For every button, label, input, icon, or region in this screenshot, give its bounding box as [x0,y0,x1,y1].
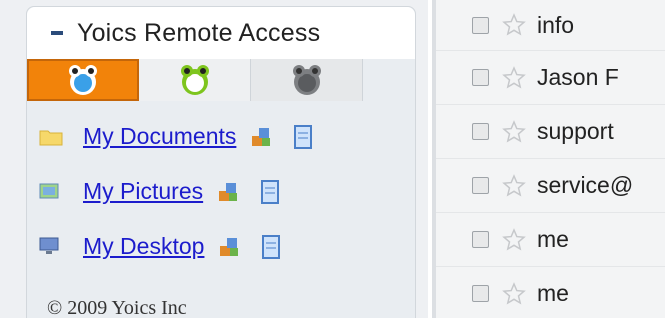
status-tabs [27,59,415,101]
mail-row[interactable]: me [436,267,665,318]
link-row-desktop: My Desktop [39,219,415,274]
my-documents-link[interactable]: My Documents [83,123,236,150]
green-frog-icon [180,65,209,95]
folder-icon [39,126,65,148]
mail-row[interactable]: me [436,213,665,267]
select-checkbox[interactable] [472,285,489,302]
select-checkbox[interactable] [472,231,489,248]
my-desktop-link[interactable]: My Desktop [83,233,204,260]
notes-icon[interactable] [290,123,316,151]
gadget-title: Yoics Remote Access [77,18,321,47]
star-icon[interactable] [501,119,527,145]
share-icon[interactable] [218,233,244,261]
mail-row[interactable]: service@ [436,159,665,213]
star-icon[interactable] [501,281,527,307]
notes-icon[interactable] [257,178,283,206]
picture-icon [39,181,65,203]
mail-row[interactable]: support [436,105,665,159]
blue-frog-icon [69,65,97,95]
copyright-text: © 2009 Yoics Inc [47,297,187,318]
folder-links: My Documents My Pictures My Desktop [27,101,415,274]
sender-name: support [537,118,614,144]
star-icon[interactable] [501,227,527,253]
star-icon[interactable] [501,12,527,38]
minimize-button[interactable] [45,21,69,45]
minus-icon [51,31,63,35]
sender-name: info [537,11,575,38]
my-pictures-link[interactable]: My Pictures [83,178,203,205]
link-row-pictures: My Pictures [39,164,415,219]
monitor-icon [39,236,65,258]
tab-green-device[interactable] [139,59,251,101]
select-checkbox[interactable] [472,177,489,194]
tab-gray-device[interactable] [251,59,363,101]
gray-frog-icon [292,65,321,95]
share-icon[interactable] [250,123,276,151]
sender-name: me [537,280,569,306]
select-checkbox[interactable] [472,16,489,34]
star-icon[interactable] [501,65,527,91]
tab-blue-device[interactable] [27,59,139,101]
star-icon[interactable] [501,173,527,199]
select-checkbox[interactable] [472,123,489,140]
select-checkbox[interactable] [472,69,489,86]
mail-row[interactable]: info [436,0,665,51]
sender-name: service@ [537,172,634,198]
sender-name: Jason F [537,64,619,90]
mail-row[interactable]: Jason F [436,51,665,105]
mail-list: info Jason F support service@ me me [436,0,665,318]
sender-name: me [537,226,569,252]
gadget-header: Yoics Remote Access [27,7,415,59]
notes-icon[interactable] [258,233,284,261]
share-icon[interactable] [217,178,243,206]
link-row-documents: My Documents [39,109,415,164]
yoics-gadget: Yoics Remote Access My Documents My Pict… [26,6,416,318]
